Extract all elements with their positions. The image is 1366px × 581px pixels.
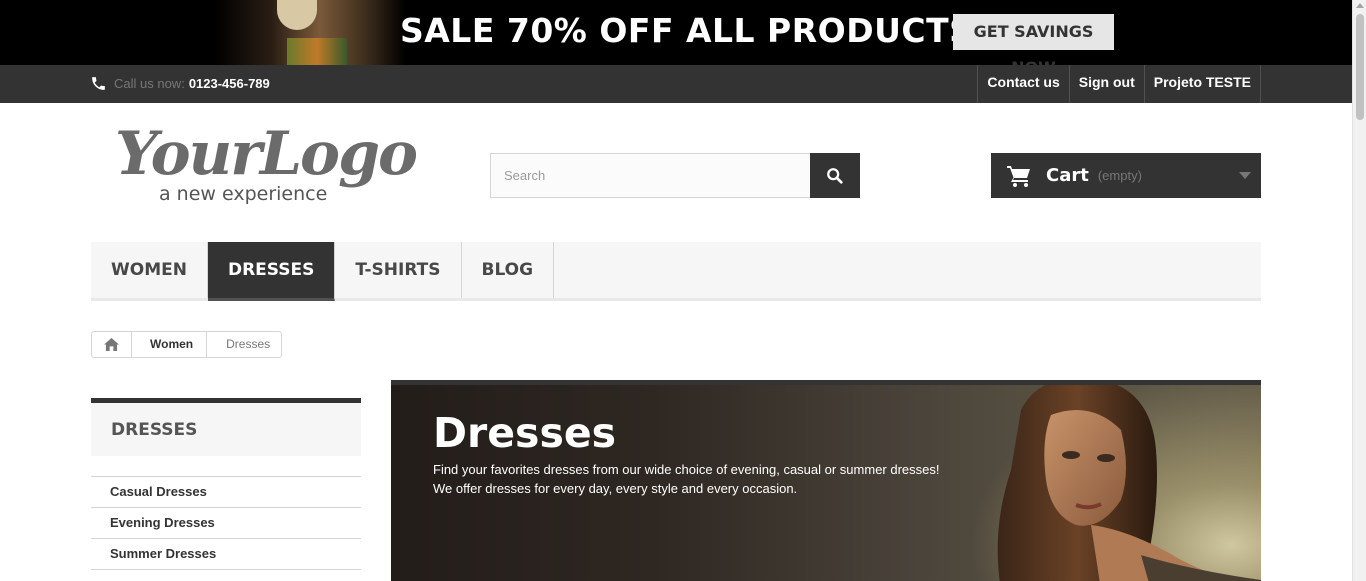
call-us: Call us now: 0123-456-789 — [90, 75, 270, 92]
cart-status: (empty) — [1097, 168, 1142, 183]
page: SALE 70% OFF ALL PRODUCTS GET SAVINGS NO… — [0, 0, 1366, 581]
promo-text: SALE 70% OFF ALL PRODUCTS — [400, 11, 974, 50]
breadcrumb: Women Dresses — [91, 331, 283, 358]
account-link[interactable]: Projeto TESTE — [1145, 65, 1261, 103]
sidebar-item-summer-dresses[interactable]: Summer Dresses — [91, 539, 361, 570]
breadcrumb-home[interactable] — [92, 332, 132, 357]
category-description-line-2: We offer dresses for every day, every st… — [433, 481, 798, 496]
top-nav-bar: Call us now: 0123-456-789 Contact us Sig… — [0, 65, 1352, 103]
sidebar-category-list: Casual Dresses Evening Dresses Summer Dr… — [91, 476, 361, 570]
contact-us-link[interactable]: Contact us — [978, 65, 1070, 103]
menu-item-dresses[interactable]: DRESSES — [207, 242, 336, 301]
logo-wordmark: YourLogo — [115, 119, 418, 189]
category-banner: Dresses Find your favorites dresses from… — [391, 380, 1261, 581]
category-description-line-1: Find your favorites dresses from our wid… — [433, 462, 940, 477]
search-button[interactable] — [810, 153, 860, 198]
breadcrumb-women[interactable]: Women — [132, 332, 208, 357]
main-menu: WOMEN DRESSES T-SHIRTS BLOG — [91, 242, 1261, 301]
chevron-down-icon[interactable] — [1239, 172, 1251, 179]
scroll-thumb[interactable] — [1356, 14, 1364, 120]
phone-icon — [92, 77, 105, 90]
home-icon — [104, 338, 119, 351]
cart-label: Cart — [1046, 165, 1089, 186]
sign-out-link[interactable]: Sign out — [1070, 65, 1145, 103]
sidebar-item-evening-dresses[interactable]: Evening Dresses — [91, 508, 361, 539]
phone-number: 0123-456-789 — [188, 76, 270, 91]
breadcrumb-current: Dresses — [226, 337, 271, 351]
menu-item-blog[interactable]: BLOG — [462, 242, 555, 298]
sidebar-title[interactable]: DRESSES — [91, 398, 361, 456]
site-logo[interactable]: YourLogo a new experience — [115, 119, 418, 210]
category-description: Find your favorites dresses from our wid… — [433, 460, 940, 498]
menu-item-tshirts[interactable]: T-SHIRTS — [335, 242, 462, 298]
cart-button[interactable]: Cart (empty) — [991, 153, 1261, 198]
search-icon — [827, 167, 843, 184]
page-scrollbar[interactable] — [1352, 0, 1366, 581]
header-links: Contact us Sign out Projeto TESTE — [977, 65, 1261, 103]
cart-icon — [1007, 165, 1030, 187]
promo-model-image — [215, 0, 405, 65]
search-form — [490, 153, 860, 198]
search-input[interactable] — [490, 153, 810, 198]
promo-banner[interactable]: SALE 70% OFF ALL PRODUCTS GET SAVINGS NO… — [0, 0, 1352, 65]
scroll-up-icon[interactable] — [1356, 3, 1364, 8]
menu-item-women[interactable]: WOMEN — [91, 242, 208, 298]
category-title: Dresses — [433, 409, 617, 457]
model-photo — [997, 385, 1261, 581]
call-label: Call us now: — [114, 76, 185, 91]
get-savings-button[interactable]: GET SAVINGS NOW — [953, 14, 1114, 65]
sidebar-item-casual-dresses[interactable]: Casual Dresses — [91, 477, 361, 508]
logo-tagline: a new experience — [159, 183, 328, 205]
